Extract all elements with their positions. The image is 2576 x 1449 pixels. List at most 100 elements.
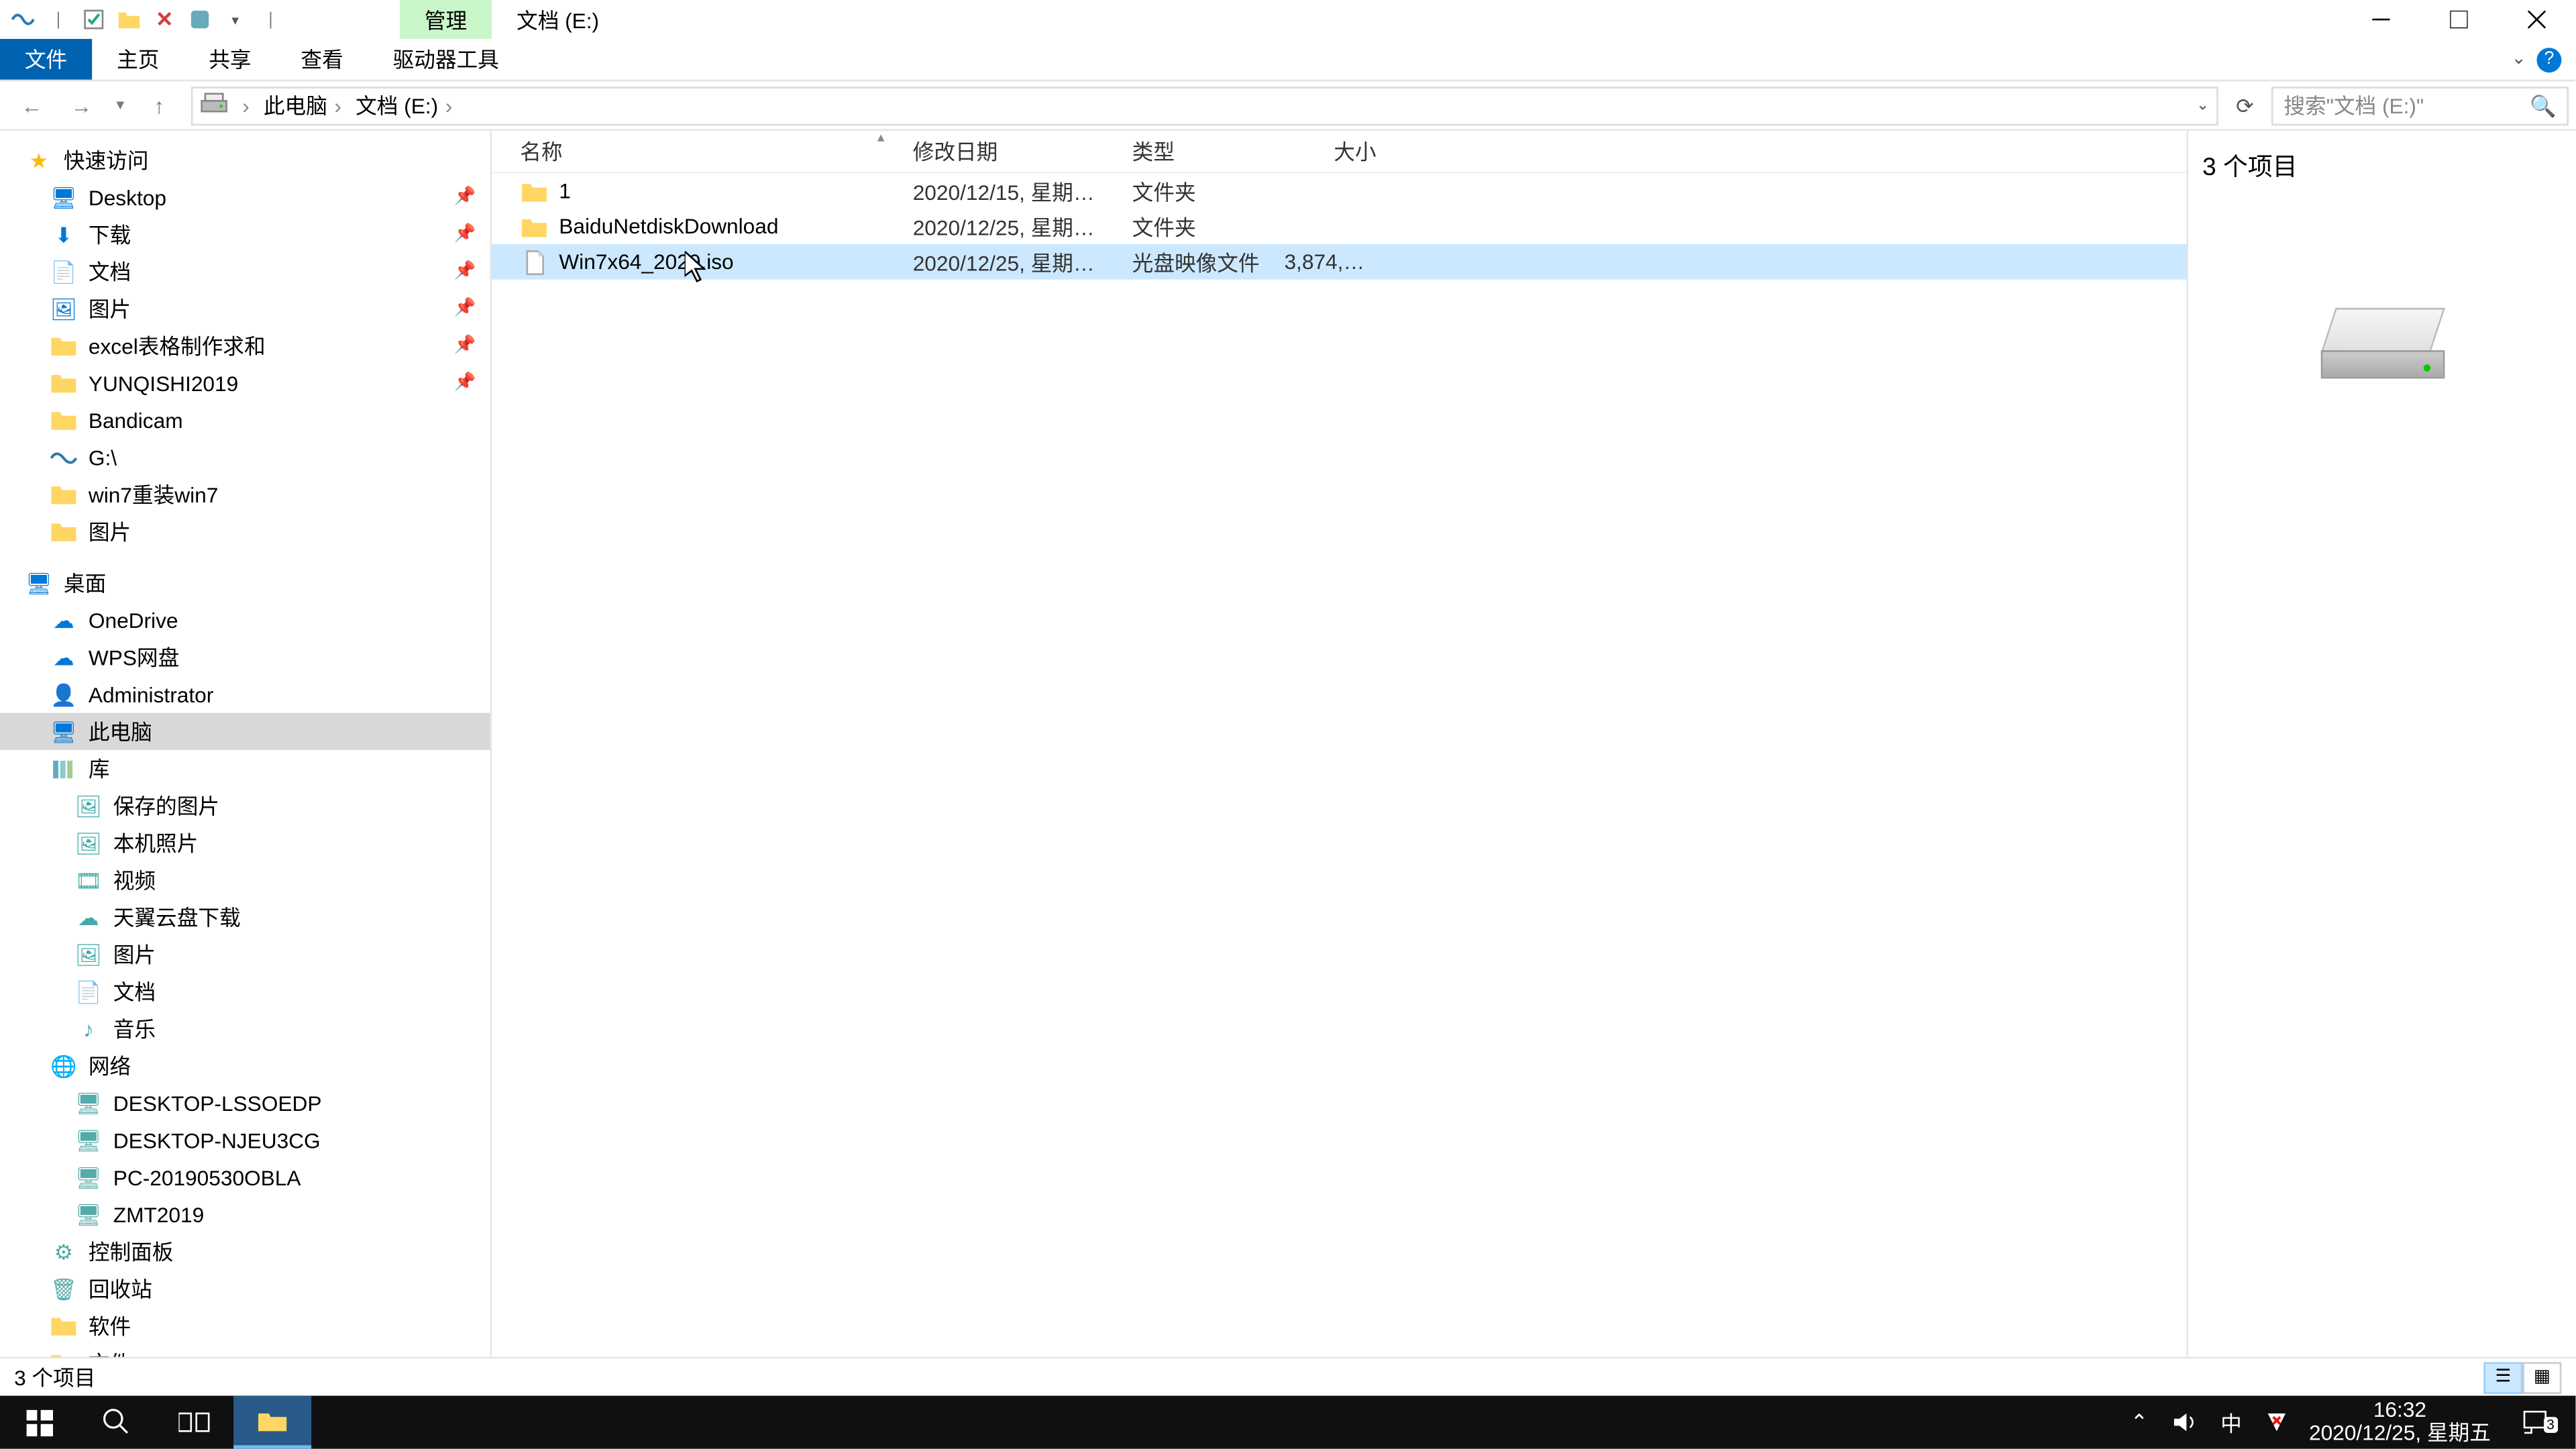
column-header-date[interactable]: 修改日期 [885, 136, 1104, 166]
wps-icon: ☁ [50, 643, 78, 672]
nav-desktop-item[interactable]: 👤Administrator [0, 676, 490, 712]
ribbon-tab-home[interactable]: 主页 [92, 39, 184, 80]
ribbon-tab-file[interactable]: 文件 [0, 39, 92, 80]
breadcrumb-bar[interactable]: › 此电脑› 文档 (E:)› ⌄ [191, 86, 2218, 125]
file-type: 光盘映像文件 [1104, 247, 1284, 277]
desktop-icon: 🖥 [25, 569, 53, 597]
taskbar-search-button[interactable] [78, 1396, 156, 1449]
tray-volume-icon[interactable] [2171, 1408, 2199, 1436]
qat-delete-icon[interactable]: ✕ [149, 3, 180, 35]
nav-library-item[interactable]: 🎞视频 [0, 861, 490, 898]
nav-label: 文档 [89, 256, 131, 286]
folder-icon [50, 480, 78, 508]
taskbar-taskview-button[interactable] [156, 1396, 233, 1449]
column-header-size[interactable]: 大小 [1284, 136, 1390, 166]
search-input[interactable]: 搜索"文档 (E:)" 🔍 [2271, 86, 2569, 125]
nav-library-item[interactable]: 🖼图片 [0, 936, 490, 973]
nav-library-item[interactable]: ☁天翼云盘下载 [0, 899, 490, 936]
view-details-button[interactable]: ☰ [2483, 1361, 2522, 1393]
qat-checkbox-icon[interactable] [78, 3, 109, 35]
file-row[interactable]: 12020/12/15, 星期二 1...文件夹 [492, 173, 2186, 209]
qat-customize-icon[interactable]: ▾ [219, 3, 251, 35]
nav-network-item[interactable]: 🖥ZMT2019 [0, 1196, 490, 1233]
nav-quick-item[interactable]: 图片 [0, 513, 490, 550]
nav-quick-item[interactable]: G:\ [0, 439, 490, 476]
nav-network-item[interactable]: 🖥PC-20190530OBLA [0, 1159, 490, 1195]
nav-library-item[interactable]: 🖼保存的图片 [0, 787, 490, 824]
nav-label: win7重装win7 [89, 480, 218, 510]
qat-folder-icon[interactable] [113, 3, 145, 35]
nav-item[interactable]: 文件 [0, 1344, 490, 1356]
ribbon-tab-share[interactable]: 共享 [184, 39, 276, 80]
nav-desktop[interactable]: 🖥 桌面 [0, 564, 490, 601]
nav-desktop-item[interactable]: 🖥此电脑 [0, 713, 490, 750]
lib-cloud-icon: ☁ [74, 903, 103, 931]
column-header-name[interactable]: 名称▴ [492, 136, 884, 166]
maximize-button[interactable] [2420, 0, 2498, 39]
nav-history-dropdown[interactable]: ▾ [106, 86, 134, 125]
nav-library-item[interactable]: 🖼本机照片 [0, 824, 490, 861]
nav-label: Administrator [89, 682, 213, 707]
help-icon[interactable]: ? [2536, 47, 2561, 72]
clock-time: 16:32 [2309, 1399, 2491, 1422]
nav-back-button[interactable]: ← [7, 86, 57, 125]
nav-forward-button[interactable]: → [56, 86, 106, 125]
nav-item[interactable]: 软件 [0, 1307, 490, 1344]
ribbon-tab-drive-tools[interactable]: 驱动器工具 [368, 39, 524, 80]
nav-quick-item[interactable]: excel表格制作求和📌 [0, 327, 490, 364]
breadcrumb-root[interactable]: › [228, 93, 256, 117]
breadcrumb-dropdown-icon[interactable]: ⌄ [2196, 95, 2210, 115]
minimize-button[interactable] [2342, 0, 2420, 39]
nav-library-item[interactable]: ♪音乐 [0, 1010, 490, 1047]
breadcrumb-item[interactable]: 文档 (E:)› [349, 90, 460, 120]
libraries-icon [50, 755, 78, 783]
nav-desktop-item[interactable]: ☁WPS网盘 [0, 639, 490, 676]
nav-quick-item[interactable]: YUNQISHI2019📌 [0, 364, 490, 401]
nav-quick-access[interactable]: ★ 快速访问 [0, 142, 490, 178]
nav-network[interactable]: 🌐 网络 [0, 1047, 490, 1084]
view-icons-button[interactable]: ▦ [2522, 1361, 2561, 1393]
nav-label: 快速访问 [64, 145, 149, 175]
nav-library-item[interactable]: 📄文档 [0, 973, 490, 1010]
folder-icon [520, 212, 548, 240]
nav-up-button[interactable]: ↑ [134, 86, 184, 125]
nav-quick-item[interactable]: ⬇下载📌 [0, 216, 490, 253]
nav-quick-item[interactable]: Bandicam [0, 402, 490, 439]
nav-label: 控制面板 [89, 1236, 174, 1267]
column-header-type[interactable]: 类型 [1104, 136, 1284, 166]
nav-item[interactable]: ⚙控制面板 [0, 1233, 490, 1270]
nav-label: 图片 [113, 939, 156, 969]
nav-network-item[interactable]: 🖥DESKTOP-LSSOEDP [0, 1084, 490, 1121]
file-row[interactable]: Win7x64_2020.iso2020/12/25, 星期五 1...光盘映像… [492, 244, 2186, 280]
nav-label: Bandicam [89, 408, 183, 433]
folder-icon [50, 406, 78, 434]
net-pc-icon: 🖥 [74, 1089, 103, 1117]
nav-quick-item[interactable]: 🖥Desktop📌 [0, 178, 490, 215]
tray-ime-icon[interactable]: 中 [2217, 1408, 2245, 1436]
file-row[interactable]: BaiduNetdiskDownload2020/12/25, 星期五 1...… [492, 209, 2186, 244]
ribbon-expand-icon[interactable]: ⌄ [2512, 50, 2526, 69]
nav-network-item[interactable]: 🖥DESKTOP-NJEU3CG [0, 1122, 490, 1159]
tray-security-icon[interactable] [2263, 1408, 2291, 1436]
refresh-button[interactable]: ⟳ [2225, 86, 2264, 125]
downloads-icon: ⬇ [50, 220, 78, 248]
nav-label: 库 [89, 753, 110, 784]
nav-quick-item[interactable]: 📄文档📌 [0, 253, 490, 290]
breadcrumb-item[interactable]: 此电脑› [256, 90, 348, 120]
nav-quick-item[interactable]: 🖼图片📌 [0, 290, 490, 327]
close-button[interactable] [2498, 0, 2575, 39]
taskbar-explorer-button[interactable] [233, 1396, 311, 1449]
pin-icon: 📌 [454, 373, 476, 392]
ribbon-tab-view[interactable]: 查看 [276, 39, 368, 80]
tray-overflow-icon[interactable]: ⌃ [2125, 1408, 2153, 1436]
nav-item[interactable]: 🗑回收站 [0, 1270, 490, 1307]
nav-quick-item[interactable]: win7重装win7 [0, 476, 490, 513]
qat-properties-icon[interactable] [184, 3, 215, 35]
nav-label: 下载 [89, 219, 131, 250]
nav-desktop-item[interactable]: ☁OneDrive [0, 602, 490, 639]
action-center-button[interactable]: 3 [2508, 1408, 2561, 1436]
start-button[interactable] [0, 1396, 78, 1449]
nav-desktop-item[interactable]: 库 [0, 750, 490, 787]
taskbar-clock[interactable]: 16:32 2020/12/25, 星期五 [2309, 1399, 2491, 1446]
lib-music-icon: ♪ [74, 1014, 103, 1042]
